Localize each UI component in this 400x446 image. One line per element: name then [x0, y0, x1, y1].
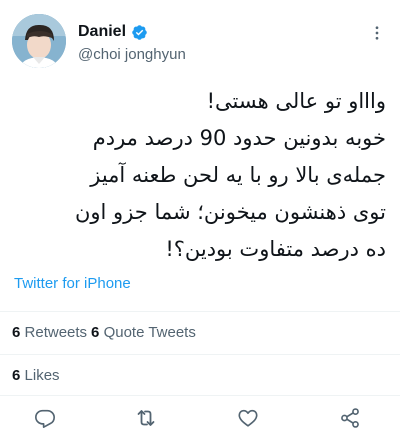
- retweets-stat[interactable]: 6 Retweets: [12, 324, 87, 341]
- share-button[interactable]: [334, 402, 366, 434]
- tweet-text: واااو تو عالی هستی! خوبه بدونین حدود 90 …: [74, 89, 386, 261]
- quote-tweets-label: Quote Tweets: [103, 324, 196, 341]
- retweets-count: 6: [12, 324, 21, 341]
- tweet-header: Daniel @choi jonghyun: [12, 12, 388, 72]
- quote-tweets-stat[interactable]: 6 Quote Tweets: [91, 324, 196, 341]
- tweet-source-link[interactable]: Twitter for iPhone: [14, 275, 131, 292]
- reply-button[interactable]: [29, 402, 61, 434]
- likes-stat[interactable]: 6 Likes: [12, 367, 60, 384]
- like-button[interactable]: [232, 402, 264, 434]
- avatar-image: [12, 14, 66, 68]
- likes-count: 6: [12, 367, 21, 384]
- action-bar: [0, 402, 400, 434]
- reply-icon: [35, 409, 55, 428]
- tweet-detail: Daniel @choi jonghyun واااو تو عالی هستی…: [0, 0, 400, 446]
- retweet-button[interactable]: [130, 402, 162, 434]
- display-name[interactable]: Daniel: [78, 23, 126, 41]
- share-icon: [341, 408, 359, 428]
- avatar[interactable]: [12, 14, 66, 68]
- divider: [0, 354, 400, 355]
- more-options-button[interactable]: [366, 22, 388, 44]
- name-row: Daniel: [78, 22, 148, 42]
- divider: [0, 395, 400, 396]
- engagement-stats: 6 Retweets 6 Quote Tweets: [12, 324, 196, 341]
- retweet-icon: [137, 410, 155, 426]
- verified-badge-icon: [131, 24, 148, 41]
- quote-tweets-count: 6: [91, 324, 100, 341]
- more-icon: [375, 26, 379, 40]
- divider: [0, 311, 400, 312]
- likes-stats: 6 Likes: [12, 367, 60, 384]
- like-icon: [238, 409, 258, 427]
- likes-label: Likes: [24, 367, 60, 384]
- retweets-label: Retweets: [24, 324, 88, 341]
- user-handle[interactable]: @choi jonghyun: [78, 46, 186, 63]
